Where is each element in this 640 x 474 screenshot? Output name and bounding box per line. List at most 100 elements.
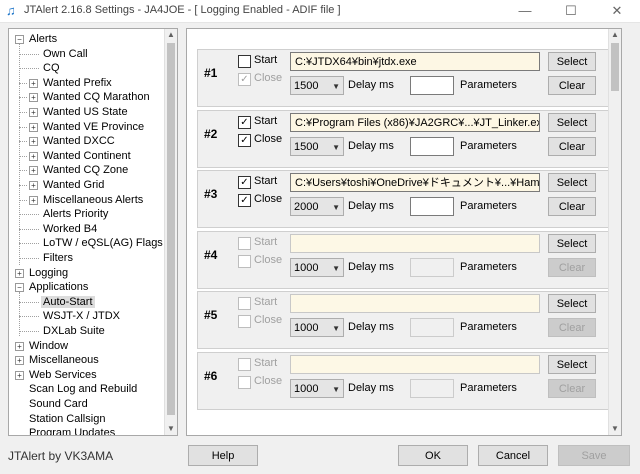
tree-item-cq[interactable]: CQ (41, 61, 62, 75)
expand-icon[interactable]: + (15, 356, 24, 366)
maximize-button[interactable]: ☐ (548, 0, 594, 22)
start-checkbox[interactable] (238, 357, 251, 371)
tree-item-wanted-ve-province[interactable]: Wanted VE Province (41, 120, 146, 134)
close-checkbox[interactable] (238, 375, 251, 389)
select-button[interactable]: Select (548, 233, 596, 253)
select-button[interactable]: Select (548, 354, 596, 374)
parameters-field[interactable] (410, 318, 454, 337)
panel-scrollbar[interactable]: ▲ ▼ (608, 29, 621, 435)
parameters-field[interactable] (410, 257, 454, 277)
expand-icon[interactable]: + (15, 268, 24, 278)
close-checkbox[interactable] (238, 254, 251, 268)
tree-item-wanted-cq-marathon[interactable]: Wanted CQ Marathon (41, 90, 152, 104)
tree-item-wsjt-x-jtdx[interactable]: WSJT-X / JTDX (41, 309, 122, 323)
close-checkbox[interactable] (238, 315, 251, 328)
delay-select[interactable]: 1500 ▼ (290, 76, 344, 95)
tree-item-lotw-eqsl-ag-flags[interactable]: LoTW / eQSL(AG) Flags (41, 236, 165, 250)
select-button[interactable]: Select (548, 52, 596, 71)
tree-item-auto-start[interactable]: Auto-Start (41, 295, 95, 309)
tree-item-wanted-continent[interactable]: Wanted Continent (41, 149, 133, 163)
expand-icon[interactable]: + (29, 108, 38, 117)
tree-item-filters[interactable]: Filters (41, 251, 75, 265)
parameters-field[interactable] (410, 136, 454, 156)
help-button[interactable]: Help (188, 445, 258, 466)
tree-item-applications[interactable]: Applications (27, 280, 90, 294)
tree-item-dxlab-suite[interactable]: DXLab Suite (41, 324, 107, 338)
tree-item-station-callsign[interactable]: Station Callsign (27, 412, 107, 426)
parameters-field[interactable] (410, 378, 454, 398)
tree-item-window[interactable]: Window (27, 339, 70, 353)
tree-item-logging[interactable]: Logging (27, 266, 70, 280)
tree-item-wanted-grid[interactable]: Wanted Grid (41, 178, 106, 192)
clear-button[interactable]: Clear (548, 197, 596, 216)
start-checkbox[interactable] (238, 297, 251, 310)
ok-button[interactable]: OK (398, 445, 468, 466)
delay-select[interactable]: 1000 ▼ (290, 378, 344, 398)
collapse-icon[interactable]: − (15, 283, 24, 293)
tree-item-sound-card[interactable]: Sound Card (27, 397, 90, 411)
app-path-field[interactable] (290, 233, 540, 253)
scroll-up-icon[interactable]: ▲ (165, 29, 177, 41)
expand-icon[interactable]: + (29, 166, 38, 176)
tree-item-wanted-prefix[interactable]: Wanted Prefix (41, 76, 114, 90)
expand-icon[interactable]: + (29, 122, 38, 132)
parameters-field[interactable] (410, 76, 454, 95)
tree-scroll-thumb[interactable] (167, 43, 175, 415)
tree-item-wanted-us-state[interactable]: Wanted US State (41, 105, 130, 119)
tree-item-scan-log-and-rebuild[interactable]: Scan Log and Rebuild (27, 382, 139, 396)
tree-item-alerts[interactable]: Alerts (27, 32, 59, 46)
delay-select[interactable]: 1500 ▼ (290, 136, 344, 156)
app-path-field[interactable] (290, 354, 540, 374)
scroll-up-icon[interactable]: ▲ (609, 29, 621, 41)
save-button[interactable]: Save (558, 445, 630, 466)
app-path-field[interactable]: C:¥JTDX64¥bin¥jtdx.exe (290, 52, 540, 71)
close-checkbox[interactable]: ✓ (238, 194, 251, 207)
start-checkbox[interactable] (238, 55, 251, 68)
start-checkbox[interactable] (238, 236, 251, 250)
collapse-icon[interactable]: − (15, 35, 24, 44)
tree-item-wanted-dxcc[interactable]: Wanted DXCC (41, 134, 117, 148)
expand-icon[interactable]: + (29, 93, 38, 103)
app-path-field[interactable] (290, 294, 540, 313)
clear-button[interactable]: Clear (548, 136, 596, 156)
close-checkbox[interactable]: ✓ (238, 73, 251, 86)
tree-item-alerts-priority[interactable]: Alerts Priority (41, 207, 110, 221)
delay-select[interactable]: 2000 ▼ (290, 197, 344, 216)
parameters-field[interactable] (410, 197, 454, 216)
expand-icon[interactable]: + (29, 195, 38, 205)
tree-item-wanted-cq-zone[interactable]: Wanted CQ Zone (41, 163, 130, 177)
tree-item-program-updates[interactable]: Program Updates (27, 426, 117, 435)
clear-button[interactable]: Clear (548, 378, 596, 398)
expand-icon[interactable]: + (29, 78, 38, 88)
scroll-down-icon[interactable]: ▼ (609, 423, 621, 435)
close-window-button[interactable]: ✕ (594, 0, 640, 22)
minimize-button[interactable]: — (502, 0, 548, 22)
select-button[interactable]: Select (548, 173, 596, 192)
start-checkbox[interactable]: ✓ (238, 176, 251, 189)
close-checkbox[interactable]: ✓ (238, 133, 251, 147)
expand-icon[interactable]: + (15, 370, 24, 380)
cancel-button[interactable]: Cancel (478, 445, 548, 466)
app-path-field[interactable]: C:¥Users¥toshi¥OneDrive¥ドキュメント¥...¥Hamlo… (290, 173, 540, 192)
scroll-down-icon[interactable]: ▼ (165, 423, 177, 435)
clear-button[interactable]: Clear (548, 318, 596, 337)
tree-item-worked-b4[interactable]: Worked B4 (41, 222, 99, 236)
expand-icon[interactable]: + (29, 181, 38, 190)
tree-item-miscellaneous-alerts[interactable]: Miscellaneous Alerts (41, 193, 145, 207)
tree-item-miscellaneous[interactable]: Miscellaneous (27, 353, 101, 367)
tree-item-web-services[interactable]: Web Services (27, 368, 99, 382)
tree-item-own-call[interactable]: Own Call (41, 47, 90, 61)
delay-select[interactable]: 1000 ▼ (290, 257, 344, 277)
start-checkbox[interactable]: ✓ (238, 115, 251, 129)
panel-scroll-thumb[interactable] (611, 43, 619, 91)
expand-icon[interactable]: + (29, 137, 38, 147)
tree-scrollbar[interactable]: ▲ ▼ (164, 29, 177, 435)
select-button[interactable]: Select (548, 112, 596, 132)
clear-button[interactable]: Clear (548, 257, 596, 277)
select-button[interactable]: Select (548, 294, 596, 313)
clear-button[interactable]: Clear (548, 76, 596, 95)
settings-tree[interactable]: − Alerts Own Call CQ + Wanted Prefix + Wanted C… (8, 28, 178, 436)
delay-select[interactable]: 1000 ▼ (290, 318, 344, 337)
app-path-field[interactable]: C:¥Program Files (x86)¥JA2GRC¥...¥JT_Lin… (290, 112, 540, 132)
expand-icon[interactable]: + (29, 151, 38, 161)
